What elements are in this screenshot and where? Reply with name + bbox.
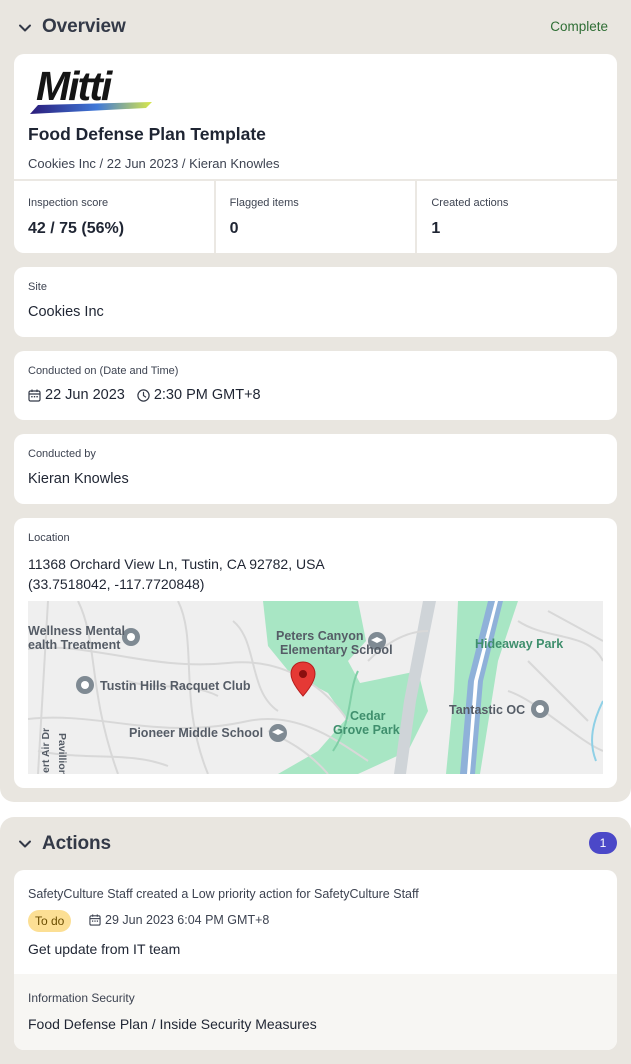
action-category: Information Security [28,991,135,1005]
location-map[interactable]: Wellness Mental ealth Treatment Peters C… [28,601,603,774]
action-due-date: 29 Jun 2023 6:04 PM GMT+8 [89,913,269,927]
inspection-header-card: Mitti Food Defense Plan Template Cookies… [14,54,617,253]
actions-header[interactable]: Actions 1 [0,817,631,871]
calendar-icon [89,914,101,926]
stat-value: 0 [229,220,239,237]
stats-row: Inspection score 42 / 75 (56%) Flagged i… [14,179,617,253]
conducted-by-value: Kieran Knowles [28,471,129,487]
poi-marker-icon [76,676,94,694]
site-label: Site [28,281,47,293]
status-badge: To do [28,910,72,932]
conducted-by-card: Conducted by Kieran Knowles [14,434,617,504]
mitti-logo: Mitti [30,64,152,114]
location-card: Location 11368 Orchard View Ln, Tustin, … [14,518,617,788]
map-label: Pioneer Middle School [129,726,264,740]
action-footer: Information Security Food Defense Plan /… [14,974,617,1050]
poi-marker-icon [531,700,549,718]
inspection-subtitle: Cookies Inc / 22 Jun 2023 / Kieran Knowl… [28,156,280,171]
clock-icon [137,388,150,402]
actions-count-badge: 1 [589,832,617,854]
stat-label: Flagged items [229,197,299,209]
conducted-date: 22 Jun 2023 [45,387,125,403]
map-label: Elementary School [280,643,393,657]
map-label: Tantastic OC [449,703,526,717]
map-label: Tustin Hills Racquet Club [100,679,251,693]
map-label: Grove Park [333,723,400,737]
action-date-text: 29 Jun 2023 6:04 PM GMT+8 [105,913,270,927]
chevron-down-icon[interactable] [16,19,34,37]
status-complete: Complete [550,19,608,34]
stat-inspection-score: Inspection score 42 / 75 (56%) [14,181,216,253]
map-label: Cedar [350,709,386,723]
calendar-icon [28,389,41,402]
stat-label: Created actions [431,197,509,209]
location-label: Location [28,532,70,544]
action-card[interactable]: SafetyCulture Staff created a Low priori… [14,870,617,1050]
stat-value: 42 / 75 (56%) [28,220,125,237]
stat-label: Inspection score [28,197,109,209]
template-title: Food Defense Plan Template [28,124,266,144]
stat-flagged-items[interactable]: Flagged items 0 [216,181,418,253]
conducted-on-label: Conducted on (Date and Time) [28,365,179,377]
conducted-on-card: Conducted on (Date and Time) 22 Jun 2023… [14,351,617,420]
overview-title: Overview [42,16,126,37]
action-description: SafetyCulture Staff created a Low priori… [28,887,419,901]
map-label: Pavillion D [56,733,68,774]
location-coordinates: (33.7518042, -117.7720848) [28,576,205,592]
conducted-on-value: 22 Jun 2023 2:30 PM GMT+8 [28,387,261,403]
chevron-down-icon[interactable] [16,835,34,853]
map-label: Wellness Mental [28,624,126,638]
overview-section: Overview Complete Mitti Food Defense Pla… [0,0,631,802]
site-value: Cookies Inc [28,304,104,320]
stat-value: 1 [431,220,441,237]
stat-created-actions[interactable]: Created actions 1 [417,181,617,253]
location-address: 11368 Orchard View Ln, Tustin, CA 92782,… [28,556,325,572]
map-label: ert Air Dr [40,727,52,773]
map-label: ealth Treatment [28,638,121,652]
svg-text:Mitti: Mitti [36,64,114,109]
action-title: Get update from IT team [28,941,181,957]
site-card: Site Cookies Inc [14,267,617,337]
action-question-path: Food Defense Plan / Inside Security Meas… [28,1016,317,1032]
map-label: Hideaway Park [475,637,564,651]
actions-title: Actions [42,833,111,854]
location-address-block: 11368 Orchard View Ln, Tustin, CA 92782,… [28,554,325,594]
school-marker-icon [269,724,287,742]
conducted-time: 2:30 PM GMT+8 [153,387,261,403]
map-label: Peters Canyon [276,629,364,643]
map-pin-icon[interactable] [290,661,316,697]
conducted-by-label: Conducted by [28,448,96,460]
overview-header[interactable]: Overview Complete [0,0,631,54]
